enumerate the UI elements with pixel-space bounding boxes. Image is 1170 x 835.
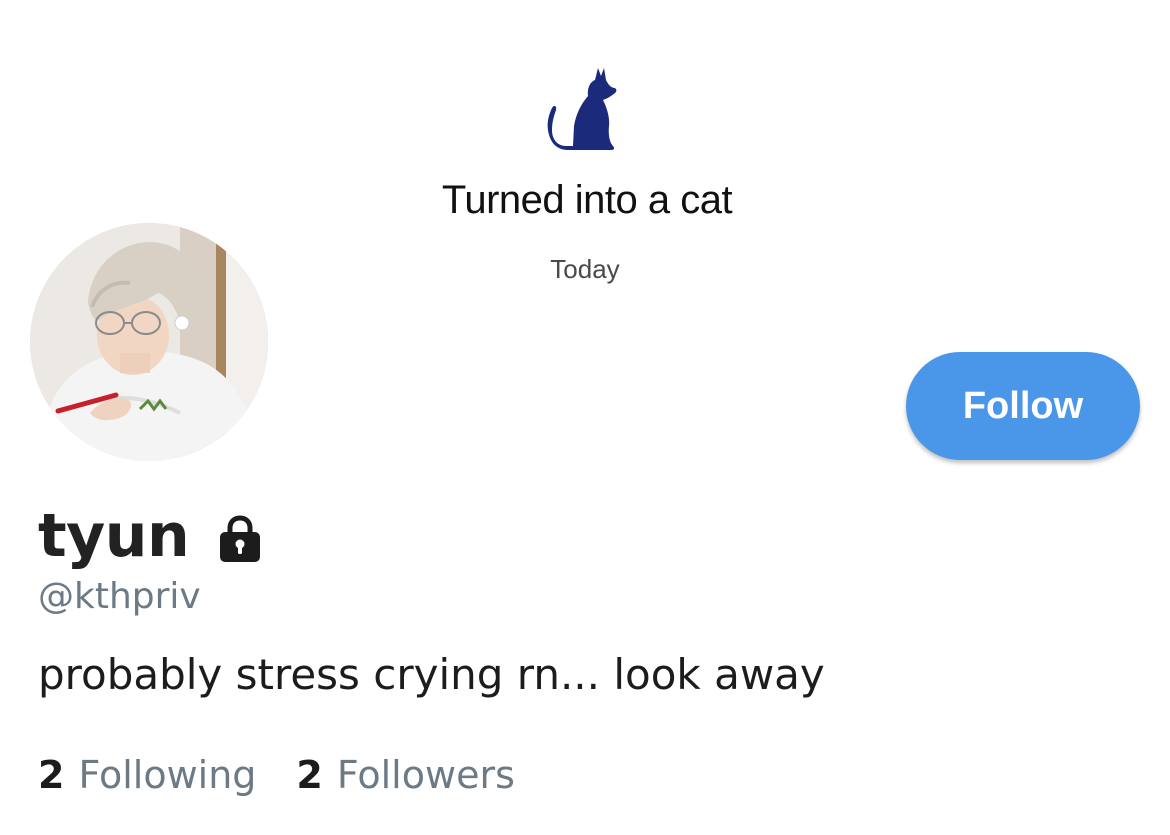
username-handle: @kthpriv bbox=[38, 576, 201, 617]
following-label: Following bbox=[78, 753, 257, 797]
profile-page: Turned into a cat Today Follow tyun @kth… bbox=[0, 0, 1170, 835]
follow-button[interactable]: Follow bbox=[906, 352, 1140, 460]
avatar[interactable] bbox=[30, 223, 268, 461]
lock-icon bbox=[220, 515, 261, 562]
name-row: tyun bbox=[38, 496, 263, 576]
following-stat[interactable]: 2 Following bbox=[38, 750, 256, 800]
following-count: 2 bbox=[38, 753, 65, 797]
banner-title: Turned into a cat bbox=[441, 178, 733, 222]
cat-icon bbox=[547, 68, 617, 150]
follow-stats: 2 Following 2 Followers bbox=[38, 750, 515, 800]
profile-bio: probably stress crying rn... look away bbox=[38, 650, 825, 699]
followers-count: 2 bbox=[296, 753, 323, 797]
followers-stat[interactable]: 2 Followers bbox=[296, 750, 514, 800]
display-name: tyun bbox=[38, 501, 190, 571]
profile-photo bbox=[30, 223, 268, 461]
followers-label: Followers bbox=[336, 753, 515, 797]
